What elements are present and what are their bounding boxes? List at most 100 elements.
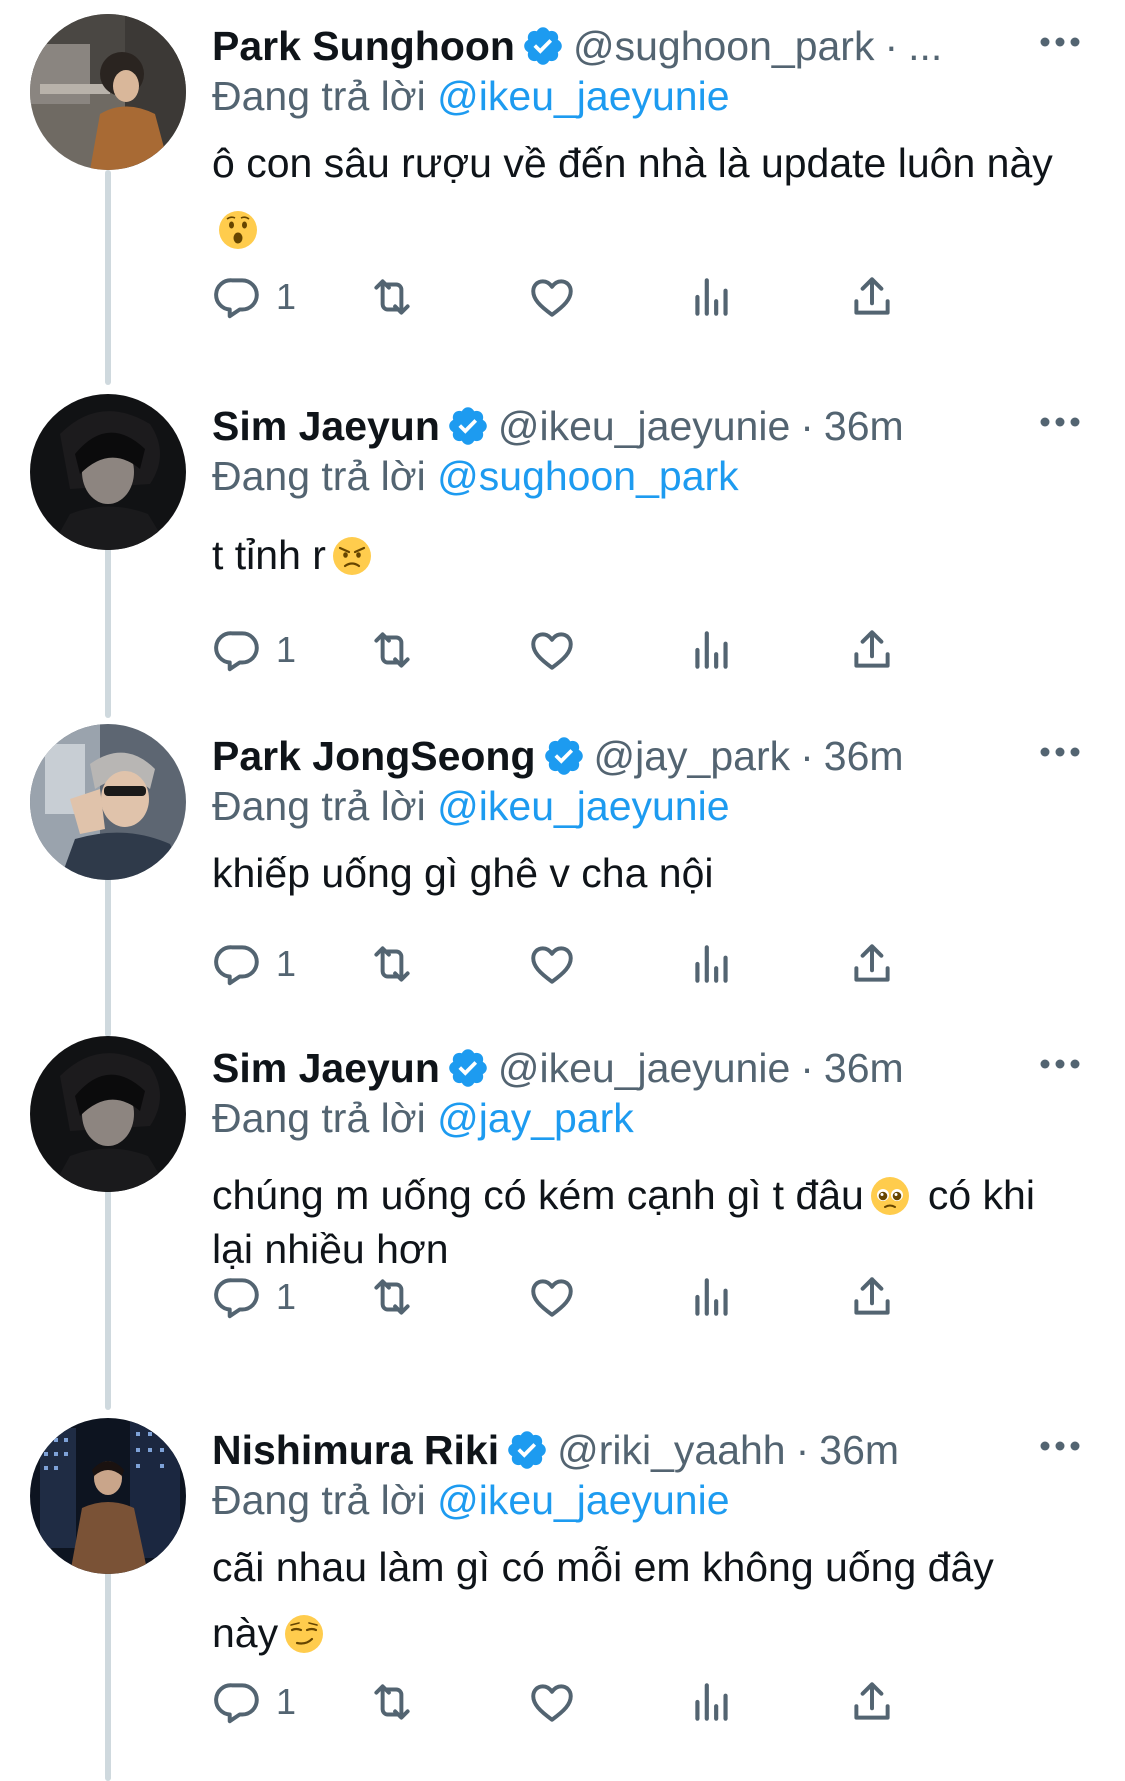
- display-name[interactable]: Park Sunghoon: [212, 20, 515, 72]
- mention-link[interactable]: @ikeu_jaeyunie: [437, 1477, 729, 1523]
- retweet-button[interactable]: [367, 936, 417, 992]
- tweet-actions: 1: [212, 936, 1012, 992]
- retweet-icon: [374, 279, 410, 315]
- display-name[interactable]: Sim Jaeyun: [212, 1042, 440, 1094]
- reply-button[interactable]: 1: [212, 1674, 296, 1730]
- analytics-button[interactable]: [687, 1269, 737, 1325]
- like-icon: [531, 632, 573, 670]
- share-button[interactable]: [847, 1674, 897, 1730]
- separator-dot: ·: [800, 733, 814, 779]
- mention-link[interactable]: @sughoon_park: [437, 453, 739, 499]
- avatar[interactable]: [30, 394, 186, 550]
- reply-icon: [214, 631, 259, 672]
- handle[interactable]: @riki_yaahh: [557, 1424, 786, 1476]
- more-options-icon[interactable]: [1035, 1046, 1085, 1082]
- replying-to-label: Đang trả lời: [212, 453, 426, 499]
- analytics-button[interactable]: [687, 936, 737, 992]
- timestamp[interactable]: ...: [908, 20, 942, 72]
- handle[interactable]: @jay_park: [594, 730, 791, 782]
- smirking-face-emoji: [284, 1614, 324, 1654]
- retweet-icon: [374, 946, 410, 982]
- display-name[interactable]: Sim Jaeyun: [212, 400, 440, 452]
- retweet-button[interactable]: [367, 269, 417, 325]
- reply-icon: [214, 1683, 259, 1724]
- retweet-icon: [374, 632, 410, 668]
- avatar[interactable]: [30, 1036, 186, 1192]
- separator-dot: ·: [795, 1427, 810, 1473]
- tweet-text-content: t tỉnh r: [212, 532, 326, 578]
- mention-link[interactable]: @ikeu_jaeyunie: [437, 73, 729, 119]
- reply-icon: [214, 945, 259, 986]
- more-options-icon[interactable]: [1035, 734, 1085, 770]
- tweet-text-content: cãi nhau làm gì có mỗi em không uống đây…: [212, 1544, 994, 1656]
- reply-icon: [214, 278, 259, 319]
- like-icon: [531, 946, 573, 984]
- share-button[interactable]: [847, 936, 897, 992]
- share-button[interactable]: [847, 622, 897, 678]
- reply-button[interactable]: 1: [212, 1269, 296, 1325]
- timestamp[interactable]: 36m: [824, 730, 904, 782]
- handle[interactable]: @sughoon_park: [573, 20, 875, 72]
- replying-to: Đang trả lời @ikeu_jaeyunie: [212, 780, 730, 832]
- replying-to-label: Đang trả lời: [212, 783, 426, 829]
- analytics-button[interactable]: [687, 1674, 737, 1730]
- mention-link[interactable]: @jay_park: [437, 1095, 634, 1141]
- like-button[interactable]: [527, 936, 577, 992]
- analytics-icon: [695, 1278, 728, 1316]
- analytics-icon: [695, 631, 728, 669]
- share-button[interactable]: [847, 269, 897, 325]
- angry-face-emoji: [332, 536, 372, 576]
- like-icon: [531, 1684, 573, 1722]
- pleading-face-emoji: [870, 1176, 910, 1216]
- more-options-icon[interactable]: [1035, 1428, 1085, 1464]
- share-button[interactable]: [847, 1269, 897, 1325]
- replying-to: Đang trả lời @jay_park: [212, 1092, 634, 1144]
- timestamp[interactable]: 36m: [819, 1424, 899, 1476]
- timestamp[interactable]: 36m: [824, 1042, 904, 1094]
- retweet-button[interactable]: [367, 622, 417, 678]
- retweet-button[interactable]: [367, 1674, 417, 1730]
- separator-dot: ·: [800, 1045, 814, 1091]
- more-options-icon[interactable]: [1035, 24, 1085, 60]
- like-button[interactable]: [527, 269, 577, 325]
- tweet-text: t tỉnh r: [212, 522, 1062, 588]
- timestamp[interactable]: 36m: [824, 400, 904, 452]
- like-button[interactable]: [527, 1674, 577, 1730]
- hushed-face-emoji: [218, 210, 258, 250]
- like-button[interactable]: [527, 1269, 577, 1325]
- tweet-actions: 1: [212, 1674, 1012, 1730]
- analytics-button[interactable]: [687, 622, 737, 678]
- handle[interactable]: @ikeu_jaeyunie: [498, 400, 790, 452]
- like-icon: [531, 1279, 573, 1317]
- avatar[interactable]: [30, 14, 186, 170]
- reply-button[interactable]: 1: [212, 622, 296, 678]
- retweet-button[interactable]: [367, 1269, 417, 1325]
- separator-dot: ·: [800, 403, 814, 449]
- reply-button[interactable]: 1: [212, 269, 296, 325]
- share-icon: [854, 277, 890, 315]
- verified-badge-icon: [505, 1428, 549, 1472]
- reply-count: 1: [276, 1681, 297, 1722]
- replying-to-label: Đang trả lời: [212, 73, 426, 119]
- analytics-button[interactable]: [687, 269, 737, 325]
- share-icon: [854, 1277, 890, 1315]
- reply-button[interactable]: 1: [212, 936, 296, 992]
- display-name[interactable]: Park JongSeong: [212, 730, 536, 782]
- avatar[interactable]: [30, 724, 186, 880]
- share-icon: [854, 1682, 890, 1720]
- reply-count: 1: [276, 943, 297, 984]
- tweet-text-before-emoji: chúng m uống có kém cạnh gì t đâu: [212, 1172, 864, 1218]
- tweet-text-content: ô con sâu rượu về đến nhà là update luôn…: [212, 140, 1053, 186]
- more-options-icon[interactable]: [1035, 404, 1085, 440]
- handle[interactable]: @ikeu_jaeyunie: [498, 1042, 790, 1094]
- replying-to: Đang trả lời @ikeu_jaeyunie: [212, 70, 730, 122]
- analytics-icon: [695, 1683, 728, 1721]
- like-button[interactable]: [527, 622, 577, 678]
- avatar[interactable]: [30, 1418, 186, 1574]
- like-icon: [531, 279, 573, 317]
- separator-dot: ·: [884, 23, 899, 69]
- display-name[interactable]: Nishimura Riki: [212, 1424, 499, 1476]
- mention-link[interactable]: @ikeu_jaeyunie: [437, 783, 729, 829]
- replying-to-label: Đang trả lời: [212, 1095, 426, 1141]
- tweet-actions: 1: [212, 269, 1012, 325]
